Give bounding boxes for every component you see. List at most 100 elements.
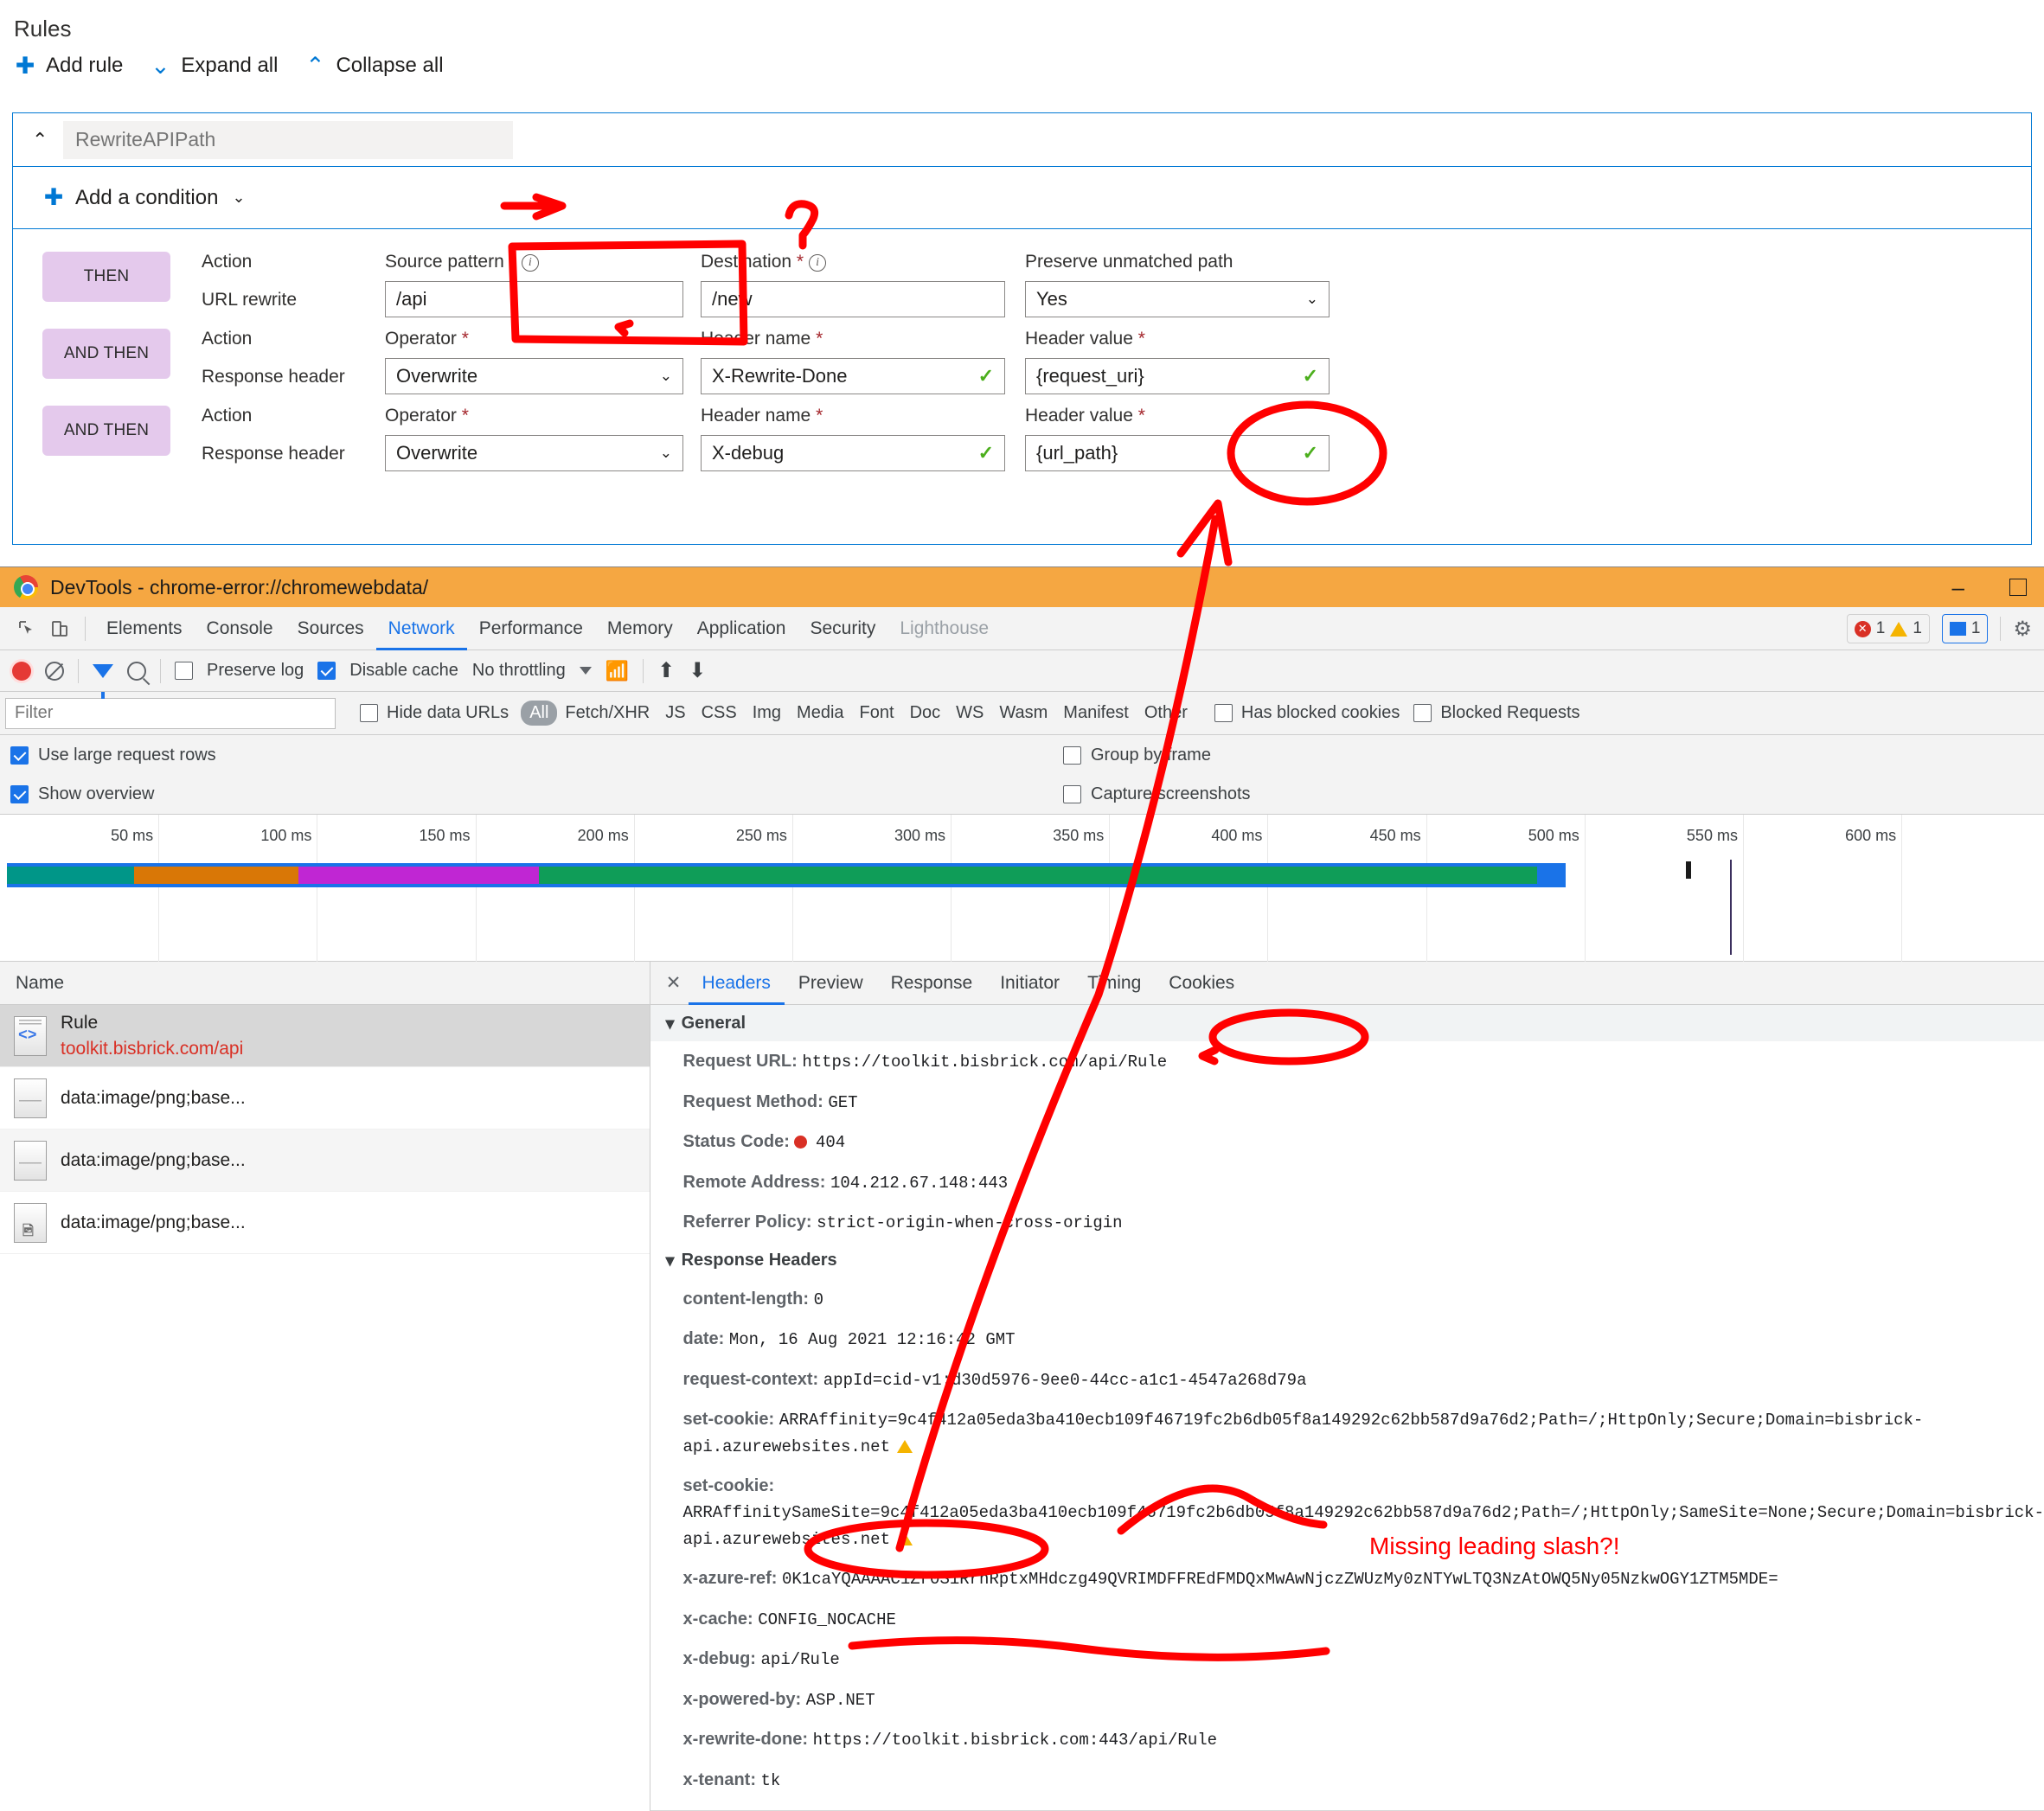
gear-icon[interactable]: ⚙: [2013, 617, 2032, 642]
group-by-frame-checkbox[interactable]: [1063, 746, 1081, 765]
inspect-element-icon[interactable]: [10, 612, 43, 645]
header-row: Request URL: https://toolkit.bisbrick.co…: [650, 1041, 2044, 1082]
info-icon[interactable]: i: [521, 254, 539, 272]
warning-icon[interactable]: [896, 1439, 913, 1453]
info-icon[interactable]: i: [809, 254, 827, 272]
header-row: content-length: 0: [650, 1279, 2044, 1320]
section-header-response-headers[interactable]: ▾ Response Headers: [650, 1242, 2044, 1279]
export-har-icon[interactable]: ⬇: [689, 658, 706, 683]
preserve-unmatched-path-label: Preserve unmatched path: [1025, 252, 1233, 272]
filter-type-css[interactable]: CSS: [694, 703, 745, 723]
tab-elements[interactable]: Elements: [94, 607, 195, 650]
operator-select[interactable]: Overwrite ⌄: [385, 358, 683, 394]
header-value: https://toolkit.bisbrick.com/api/Rule: [802, 1053, 1168, 1072]
capture-screenshots-checkbox[interactable]: [1063, 785, 1081, 803]
filter-type-img[interactable]: Img: [745, 703, 789, 723]
disable-cache-checkbox[interactable]: [317, 662, 336, 680]
filter-type-fetch-xhr[interactable]: Fetch/XHR: [557, 703, 657, 723]
tab-sources[interactable]: Sources: [285, 607, 376, 650]
tab-console[interactable]: Console: [195, 607, 285, 650]
header-value: 0K1caYQAAAAC1Zr0SiRrhRptxMHdczg49QVRIMDF…: [782, 1570, 1778, 1589]
search-icon[interactable]: [127, 661, 146, 681]
rule-collapse-icon[interactable]: ⌃: [32, 129, 63, 151]
tab-cookies[interactable]: Cookies: [1155, 962, 1248, 1005]
source-pattern-input[interactable]: /api: [385, 281, 683, 317]
filter-type-font[interactable]: Font: [852, 703, 902, 723]
header-name-label: Header name *: [701, 329, 823, 349]
tab-response[interactable]: Response: [877, 962, 987, 1005]
filter-type-manifest[interactable]: Manifest: [1055, 703, 1137, 723]
filter-type-other[interactable]: Other: [1137, 703, 1195, 723]
tab-initiator[interactable]: Initiator: [986, 962, 1073, 1005]
status-badge: 404: [816, 1133, 846, 1152]
clear-icon[interactable]: [45, 661, 64, 681]
filter-type-wasm[interactable]: Wasm: [991, 703, 1055, 723]
rule-name-input[interactable]: [63, 120, 513, 159]
import-har-icon[interactable]: ⬆: [657, 658, 675, 683]
record-button[interactable]: [12, 661, 31, 681]
preserve-unmatched-path-select[interactable]: Yes ⌄: [1025, 281, 1330, 317]
header-value-input[interactable]: {url_path} ✓: [1025, 435, 1330, 471]
network-overview[interactable]: 50 ms 100 ms 150 ms 200 ms 250 ms 300 ms 350 m…: [0, 815, 2044, 962]
issue-counters[interactable]: ✕ 1 1: [1846, 614, 1930, 643]
header-value-label: Header value *: [1025, 329, 1145, 349]
table-row[interactable]: data:image/png;base...: [0, 1129, 650, 1192]
filter-type-ws[interactable]: WS: [948, 703, 991, 723]
destination-input[interactable]: /new: [701, 281, 1005, 317]
tab-preview[interactable]: Preview: [785, 962, 877, 1005]
header-name-input[interactable]: X-Rewrite-Done ✓: [701, 358, 1005, 394]
blocked-requests-checkbox[interactable]: [1413, 704, 1432, 722]
throttling-select[interactable]: No throttling: [472, 661, 566, 681]
window-title: DevTools - chrome-error://chromewebdata/: [50, 575, 429, 598]
add-rule-button[interactable]: ✚ Add rule: [14, 54, 124, 78]
section-header-general[interactable]: ▾ General: [650, 1005, 2044, 1041]
expand-all-button[interactable]: ⌄ Expand all: [149, 54, 278, 78]
add-condition-button[interactable]: ✚ Add a condition ⌄: [42, 186, 246, 210]
header-name-input[interactable]: X-debug ✓: [701, 435, 1005, 471]
warning-icon[interactable]: [896, 1532, 913, 1545]
filter-type-media[interactable]: Media: [789, 703, 851, 723]
table-row[interactable]: <> Rule toolkit.bisbrick.com/api: [0, 1005, 650, 1067]
filter-type-doc[interactable]: Doc: [902, 703, 949, 723]
overview-gridline: [1584, 815, 1586, 962]
filter-type-js[interactable]: JS: [657, 703, 693, 723]
filter-type-all[interactable]: All: [521, 701, 558, 726]
show-overview-checkbox[interactable]: [10, 785, 29, 803]
tab-security[interactable]: Security: [798, 607, 887, 650]
message-counter[interactable]: 1: [1941, 614, 1989, 643]
disable-cache-label: Disable cache: [349, 661, 458, 680]
preserve-log-checkbox[interactable]: [175, 662, 193, 680]
request-list-header[interactable]: Name: [0, 962, 650, 1005]
device-toolbar-icon[interactable]: [43, 612, 76, 645]
hide-data-urls-checkbox[interactable]: [360, 704, 378, 722]
detail-tabs: ✕ Headers Preview Response Initiator Tim…: [650, 962, 2044, 1005]
request-detail-pane: ✕ Headers Preview Response Initiator Tim…: [650, 962, 2044, 1811]
tab-application[interactable]: Application: [685, 607, 798, 650]
network-conditions-icon[interactable]: 📶: [606, 660, 629, 682]
has-blocked-cookies-checkbox[interactable]: [1214, 704, 1233, 722]
collapse-all-button[interactable]: ⌃ Collapse all: [304, 54, 443, 78]
header-value: api/Rule: [760, 1650, 840, 1669]
filter-icon[interactable]: [93, 663, 113, 699]
use-large-request-rows-checkbox[interactable]: [10, 746, 29, 765]
minimize-button[interactable]: –: [1952, 576, 1964, 598]
tab-performance[interactable]: Performance: [467, 607, 595, 650]
overview-event-marker-secondary: [1686, 861, 1692, 879]
annotation-missing-slash-note: Missing leading slash?!: [1369, 1533, 1620, 1559]
overview-gridline: [475, 815, 477, 962]
filter-input[interactable]: [5, 697, 336, 729]
chevron-down-icon[interactable]: [579, 667, 592, 675]
tab-headers[interactable]: Headers: [689, 962, 785, 1005]
maximize-button[interactable]: [2009, 579, 2027, 596]
tab-network[interactable]: Network: [376, 607, 467, 650]
tab-memory[interactable]: Memory: [595, 607, 685, 650]
header-row: x-powered-by: ASP.NET: [650, 1680, 2044, 1720]
close-icon[interactable]: ✕: [659, 972, 689, 994]
tab-timing[interactable]: Timing: [1073, 962, 1155, 1005]
check-icon: ✓: [977, 365, 994, 387]
table-row[interactable]: data:image/png;base...: [0, 1067, 650, 1129]
table-row[interactable]: 🖻 data:image/png;base...: [0, 1192, 650, 1254]
tab-lighthouse[interactable]: Lighthouse: [887, 607, 1001, 650]
header-value-input[interactable]: {request_uri} ✓: [1025, 358, 1330, 394]
operator-select[interactable]: Overwrite ⌄: [385, 435, 683, 471]
